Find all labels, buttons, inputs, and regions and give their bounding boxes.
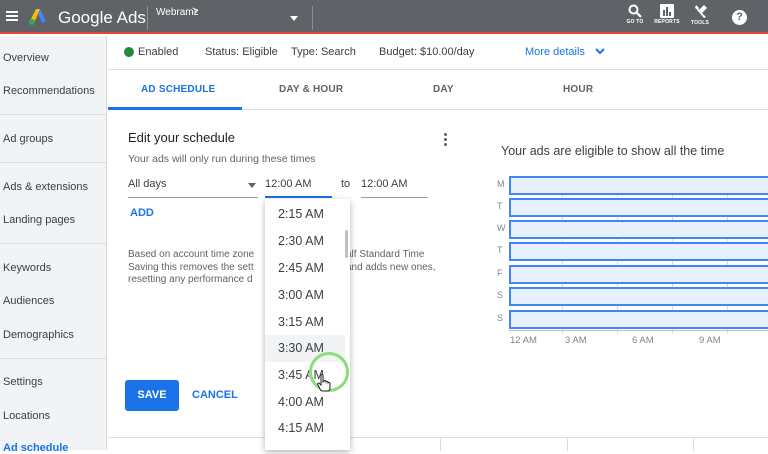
tab-day[interactable]: DAY xyxy=(433,84,454,95)
google-ads-logo[interactable] xyxy=(28,7,48,27)
sidebar-item-landing-pages[interactable]: Landing pages xyxy=(3,214,75,226)
column-divider xyxy=(693,438,694,451)
schedule-bar-monday[interactable] xyxy=(509,176,768,195)
hour-label: 6 AM xyxy=(632,335,654,346)
days-select[interactable]: All days xyxy=(128,176,258,198)
notice-line: alf Standard Time xyxy=(346,249,425,260)
day-label: T xyxy=(497,201,503,211)
campaign-status-bar: Enabled Status: Eligible Type: Search Bu… xyxy=(108,36,768,70)
sidebar-item-ad-groups[interactable]: Ad groups xyxy=(3,133,53,145)
enabled-status[interactable]: Enabled xyxy=(138,46,178,58)
dropdown-scrollbar[interactable] xyxy=(345,230,348,258)
start-time-dropdown[interactable]: 2:15 AM 2:30 AM 2:45 AM 3:00 AM 3:15 AM … xyxy=(265,199,350,450)
search-icon xyxy=(628,4,642,18)
schedule-bar-friday[interactable] xyxy=(509,265,768,284)
account-dropdown-icon[interactable] xyxy=(290,16,298,21)
enabled-status-dot xyxy=(124,47,134,57)
schedule-tabs: AD SCHEDULE DAY & HOUR DAY HOUR xyxy=(108,70,768,110)
schedule-bar-wednesday[interactable] xyxy=(509,220,768,239)
more-options-icon[interactable] xyxy=(444,133,448,148)
menu-icon[interactable] xyxy=(6,11,18,21)
dropdown-arrow-icon xyxy=(248,183,256,188)
chart-baseline xyxy=(509,330,768,331)
sidebar-item-locations[interactable]: Locations xyxy=(3,410,50,422)
time-option[interactable]: 4:15 AM xyxy=(265,415,345,442)
active-tab-indicator xyxy=(108,107,242,110)
schedule-bar-tuesday[interactable] xyxy=(509,198,768,217)
time-option[interactable]: 2:45 AM xyxy=(265,255,345,282)
sidebar-item-recommendations[interactable]: Recommendations xyxy=(3,85,95,97)
days-select-value: All days xyxy=(128,178,167,190)
reports-icon xyxy=(660,4,674,18)
reports-button[interactable]: REPORTS xyxy=(650,4,684,25)
day-label: W xyxy=(497,223,506,233)
sidebar-item-overview[interactable]: Overview xyxy=(3,52,49,64)
day-label: S xyxy=(497,313,504,323)
day-label: M xyxy=(497,179,505,189)
hour-label: 12 AM xyxy=(510,335,537,346)
time-option[interactable]: 3:00 AM xyxy=(265,282,345,309)
tab-ad-schedule[interactable]: AD SCHEDULE xyxy=(141,84,215,95)
day-label: S xyxy=(497,290,504,300)
sidebar-item-ad-schedule[interactable]: Ad schedule xyxy=(3,442,68,454)
schedule-chart-title: Your ads are eligible to show all the ti… xyxy=(501,144,725,158)
notice-line: and adds new ones, xyxy=(346,261,436,273)
campaign-type: Type: Search xyxy=(291,46,356,58)
app-title: Google Ads xyxy=(58,8,146,27)
column-divider xyxy=(440,438,441,451)
sidebar-item-keywords[interactable]: Keywords xyxy=(3,262,51,274)
more-details-link[interactable]: More details xyxy=(525,46,585,58)
tools-button[interactable]: TOOLS xyxy=(683,4,717,26)
sidebar-item-settings[interactable]: Settings xyxy=(3,376,43,388)
tab-day-hour[interactable]: DAY & HOUR xyxy=(279,84,343,95)
time-option[interactable]: 4:00 AM xyxy=(265,389,345,416)
end-time-value: 12:00 AM xyxy=(361,178,408,190)
wrench-icon xyxy=(694,5,707,18)
column-divider xyxy=(567,438,568,451)
sidebar: Overview Recommendations Ad groups Ads &… xyxy=(0,36,107,454)
to-label: to xyxy=(341,178,351,190)
top-bar: Google Ads Webramz > GO TO REPORTS TOOLS… xyxy=(0,0,768,34)
sidebar-divider xyxy=(0,358,107,359)
time-option[interactable]: 3:15 AM xyxy=(265,309,345,336)
sidebar-item-audiences[interactable]: Audiences xyxy=(3,295,54,307)
time-zone-notice-right: alf Standard Time and adds new ones, xyxy=(346,249,436,274)
start-time-input[interactable]: 12:00 AM xyxy=(265,176,332,198)
day-label: T xyxy=(497,245,503,255)
breadcrumb-chevron: > xyxy=(192,5,199,17)
save-button[interactable]: SAVE xyxy=(125,380,179,411)
divider xyxy=(147,6,148,30)
sidebar-item-ads-extensions[interactable]: Ads & extensions xyxy=(3,181,88,193)
tab-hour[interactable]: HOUR xyxy=(563,84,593,95)
help-icon[interactable]: ? xyxy=(732,10,747,25)
time-option[interactable]: 2:30 AM xyxy=(265,228,345,255)
edit-schedule-subtitle: Your ads will only run during these time… xyxy=(128,153,316,165)
sidebar-divider xyxy=(0,243,107,244)
sidebar-item-demographics[interactable]: Demographics xyxy=(3,329,74,341)
edit-schedule-title: Edit your schedule xyxy=(128,130,235,145)
goto-button[interactable]: GO TO xyxy=(618,4,652,25)
start-time-value: 12:00 AM xyxy=(265,178,312,190)
schedule-table-header xyxy=(108,437,768,451)
eligibility-status: Status: Eligible xyxy=(205,46,278,58)
reports-label: REPORTS xyxy=(654,19,680,25)
schedule-bar-saturday[interactable] xyxy=(509,287,768,306)
schedule-bar-sunday[interactable] xyxy=(509,310,768,329)
end-time-input[interactable]: 12:00 AM xyxy=(361,176,428,198)
divider xyxy=(312,6,313,30)
time-option[interactable]: 2:15 AM xyxy=(265,201,345,228)
campaign-budget: Budget: $10.00/day xyxy=(379,46,475,58)
schedule-bar-thursday[interactable] xyxy=(509,242,768,261)
day-label: F xyxy=(497,268,503,278)
chevron-down-icon[interactable] xyxy=(594,44,606,58)
cancel-button[interactable]: CANCEL xyxy=(192,389,238,401)
sidebar-divider xyxy=(0,162,107,163)
hour-label: 9 AM xyxy=(699,335,721,346)
hour-label: 3 AM xyxy=(565,335,587,346)
goto-label: GO TO xyxy=(626,19,644,25)
hand-cursor-icon xyxy=(317,374,331,392)
tools-label: TOOLS xyxy=(690,20,710,26)
add-schedule-button[interactable]: ADD xyxy=(130,207,154,219)
sidebar-divider xyxy=(0,114,107,115)
